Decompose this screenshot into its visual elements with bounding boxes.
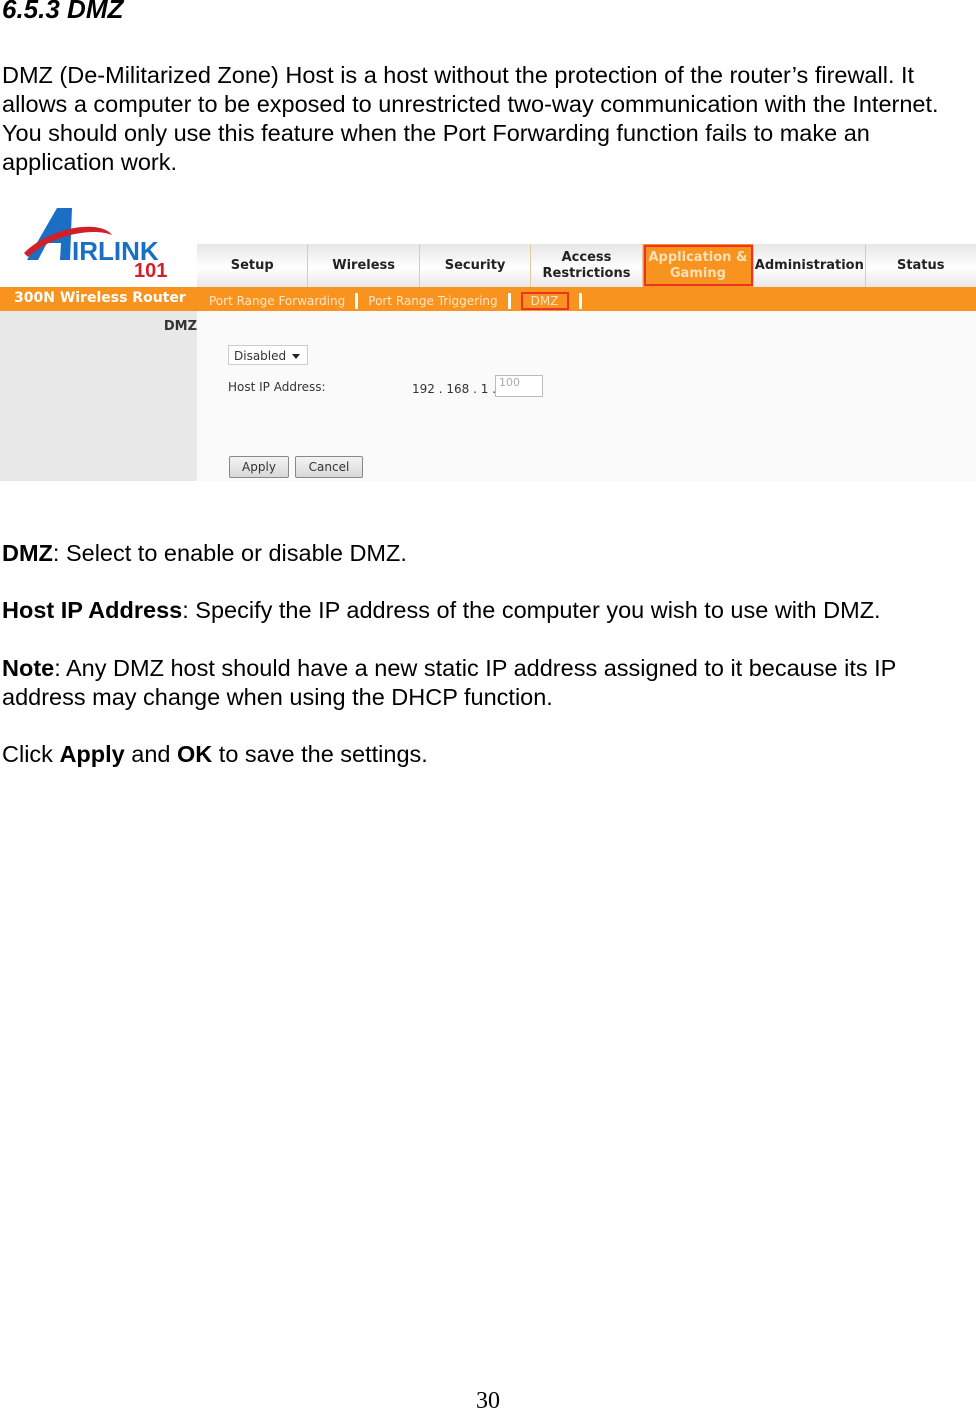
chevron-down-icon [292,354,300,363]
svg-text:101: 101 [134,260,167,282]
host-ip-input[interactable]: 100 [495,375,543,397]
tab-administration[interactable]: Administration [754,244,866,287]
product-name: 300N Wireless Router [14,290,186,306]
def-note: Note: Any DMZ host should have a new sta… [2,654,974,712]
dmz-form: Disabled Host IP Address: 192 . 168 . 1 … [197,311,976,481]
click-instruction: Click Apply and OK to save the settings. [2,740,974,769]
tab-access-restrictions[interactable]: Access Restrictions [531,244,643,287]
dmz-select[interactable]: Disabled [228,345,308,365]
tab-status[interactable]: Status [866,244,976,287]
tab-wireless[interactable]: Wireless [308,244,420,287]
definition: : Any DMZ host should have a new static … [2,655,896,710]
ip-prefix: 192 . 168 . 1 . [412,382,496,396]
def-host-ip: Host IP Address: Specify the IP address … [2,596,974,625]
definition: : Select to enable or disable DMZ. [52,540,407,566]
host-ip-label: Host IP Address: [228,380,326,394]
term: DMZ [2,540,53,566]
section-sidebar: DMZ [0,311,197,481]
text: and [124,741,178,767]
tab-application-gaming[interactable]: Application & Gaming [642,244,755,287]
tab-security[interactable]: Security [420,244,532,287]
section-heading: 6.5.3 DMZ [2,0,124,24]
ok-term: OK [177,741,213,767]
apply-term: Apply [59,741,125,767]
text: to save the settings. [212,741,428,767]
term: Host IP Address [2,597,183,623]
definition: : Specify the IP address of the computer… [182,597,881,623]
tab-setup[interactable]: Setup [197,244,309,287]
subtab-dmz[interactable]: DMZ [520,292,569,310]
host-ip-placeholder: 100 [499,376,520,389]
router-screenshot: IRLINK 101 Setup Wireless Security Acces… [0,205,976,481]
subnav-bar: 300N Wireless Router Port Range Forwardi… [0,287,976,311]
divider [507,293,511,309]
def-dmz: DMZ: Select to enable or disable DMZ. [2,539,974,568]
section-label: DMZ [163,319,197,334]
dmz-select-value: Disabled [234,349,287,363]
divider [578,293,582,309]
term: Note [2,655,55,681]
subtab-port-range-forwarding[interactable]: Port Range Forwarding [209,294,345,308]
divider [355,293,359,309]
main-nav: Setup Wireless Security Access Restricti… [197,244,976,287]
airlink-logo: IRLINK 101 [24,208,167,282]
page-number: 30 [476,1388,500,1414]
cancel-button[interactable]: Cancel [295,456,363,478]
apply-button[interactable]: Apply [229,456,289,478]
intro-paragraph: DMZ (De-Militarized Zone) Host is a host… [2,62,939,175]
subtab-port-range-triggering[interactable]: Port Range Triggering [368,294,497,308]
text: Click [2,741,60,767]
